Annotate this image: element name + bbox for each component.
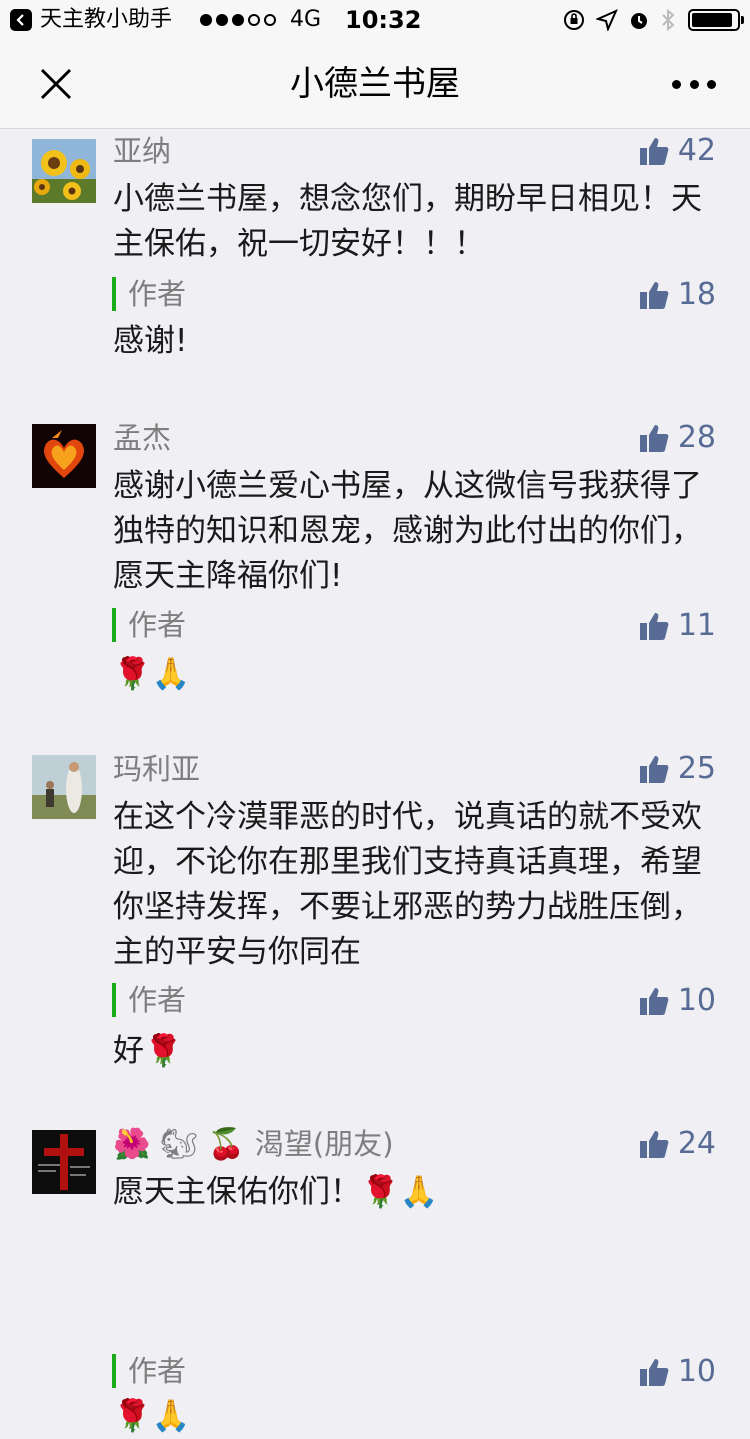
more-icon[interactable] <box>672 76 716 92</box>
author-reply-label: 作者 <box>112 1354 186 1388</box>
like-count: 42 <box>677 133 716 168</box>
thumbs-up-icon <box>639 988 669 1015</box>
thumbs-up-icon <box>639 1131 669 1158</box>
navigation-bar: 小德兰书屋 <box>0 40 750 129</box>
orientation-lock-icon <box>564 10 584 30</box>
author-reply-text: 🌹🙏 <box>113 656 191 692</box>
thumbs-up-icon <box>639 613 669 640</box>
author-reply-text: 🌹🙏 <box>113 1398 191 1434</box>
name-emojis: 🌺 🐿 🍒 <box>113 1127 245 1162</box>
thumbs-up-icon <box>639 756 669 783</box>
like-count: 24 <box>677 1126 716 1161</box>
like-count: 25 <box>677 751 716 786</box>
back-app-name: 天主教小助手 <box>40 7 173 32</box>
author-reply-label: 作者 <box>112 608 186 642</box>
author-like-button[interactable]: 18 <box>638 277 716 313</box>
back-to-app[interactable]: 天主教小助手 <box>10 8 172 32</box>
comment-item: 孟杰 28 感谢小德兰爱心书屋，从这微信号我获得了独特的知识和恩宠，感谢为此付出… <box>0 416 750 726</box>
like-button[interactable]: 24 <box>638 1126 716 1162</box>
like-count: 11 <box>677 608 716 643</box>
comment-item: 玛利亚 25 在这个冷漠罪恶的时代，说真话的就不受欢迎，不论你在那里我们支持真话… <box>0 747 750 1107</box>
author-reply-label: 作者 <box>112 277 186 311</box>
commenter-name: 🌺 🐿 🍒 渴望(朋友) <box>113 1126 394 1163</box>
battery-icon <box>688 9 744 31</box>
like-count: 10 <box>677 983 716 1018</box>
signal-strength-icon <box>200 8 280 32</box>
author-reply-text: 感谢! <box>113 323 188 359</box>
status-time: 10:32 <box>345 6 422 34</box>
author-reply-label: 作者 <box>112 983 186 1017</box>
location-icon <box>596 9 618 31</box>
like-button[interactable]: 28 <box>638 420 716 456</box>
comment-text: 在这个冷漠罪恶的时代，说真话的就不受欢迎，不论你在那里我们支持真话真理，希望你坚… <box>113 799 702 970</box>
bluetooth-icon <box>662 8 675 32</box>
comment-text: 感谢小德兰爱心书屋，从这微信号我获得了独特的知识和恩宠，感谢为此付出的你们，愿天… <box>113 468 702 594</box>
avatar[interactable] <box>32 1130 96 1194</box>
comment-item: 亚纳 42 小德兰书屋，想念您们，期盼早日相见！天主保佑，祝一切安好！！！ 作者… <box>0 129 750 409</box>
status-bar: 天主教小助手 4G 10:32 <box>0 0 750 40</box>
alarm-icon <box>631 13 647 29</box>
comment-text: 愿天主保佑你们！🌹🙏 <box>113 1174 439 1210</box>
commenter-name: 玛利亚 <box>113 752 201 786</box>
like-count: 28 <box>677 420 716 455</box>
author-like-button[interactable]: 10 <box>638 983 716 1019</box>
commenter-name-text: 渴望(朋友) <box>254 1127 394 1161</box>
like-count: 18 <box>677 277 716 312</box>
comment-text: 小德兰书屋，想念您们，期盼早日相见！天主保佑，祝一切安好！！！ <box>113 181 702 262</box>
author-reply-text: 好🌹 <box>113 1033 183 1069</box>
commenter-name: 亚纳 <box>113 134 172 168</box>
avatar[interactable] <box>32 424 96 488</box>
avatar[interactable] <box>32 139 96 203</box>
author-like-button[interactable]: 10 <box>638 1354 716 1390</box>
page-title: 小德兰书屋 <box>290 64 460 104</box>
comment-item: 🌺 🐿 🍒 渴望(朋友) 24 愿天主保佑你们！🌹🙏 作者 10 🌹🙏 <box>0 1122 750 1434</box>
thumbs-up-icon <box>639 282 669 309</box>
author-like-button[interactable]: 11 <box>638 608 716 644</box>
like-count: 10 <box>677 1354 716 1389</box>
thumbs-up-icon <box>639 1359 669 1386</box>
thumbs-up-icon <box>639 425 669 452</box>
avatar[interactable] <box>32 755 96 819</box>
network-type: 4G <box>290 7 322 32</box>
commenter-name: 孟杰 <box>113 421 172 455</box>
like-button[interactable]: 25 <box>638 751 716 787</box>
status-icons <box>552 7 744 33</box>
back-arrow-icon <box>10 9 32 31</box>
like-button[interactable]: 42 <box>638 133 716 169</box>
thumbs-up-icon <box>639 138 669 165</box>
